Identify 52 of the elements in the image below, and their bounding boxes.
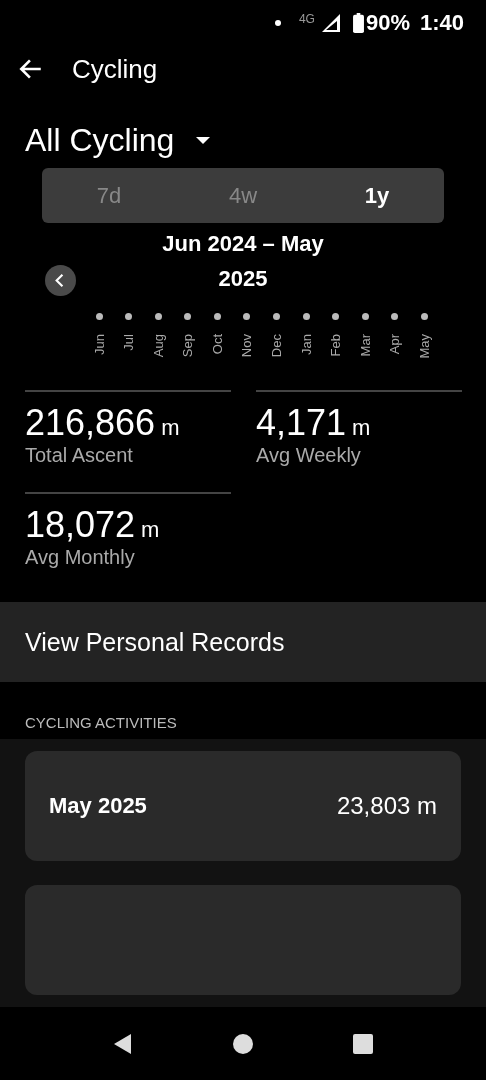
signal-icon [320,12,341,33]
chart-point [125,313,133,321]
chart-point [95,313,103,321]
activity-period: May 2025 [49,793,147,819]
month-label: Sep [180,334,196,358]
chart-point [273,313,281,321]
notification-dot-icon [274,19,281,26]
month-label: Apr [387,334,403,355]
section-heading: CYCLING ACTIVITIES [24,713,178,733]
month-label: Jan [298,334,314,356]
activity-card[interactable]: May 2025 23,803 m [25,751,461,861]
month-label: Feb [328,334,344,357]
period-tab[interactable]: 1y [310,168,444,224]
stat-value: 216,866 [25,402,156,444]
stat-value: 18,072 [25,504,136,546]
chart-point [213,313,221,321]
stat-unit: m [141,517,160,543]
stat-value: 4,171 [256,402,347,444]
month-label: Oct [209,334,225,355]
month-label: May [417,334,433,359]
chart-point [302,313,310,321]
previous-period-icon[interactable] [45,265,76,297]
chart-point [332,313,340,321]
stat-unit: m [352,415,371,441]
view-records-button[interactable]: View Personal Records [0,602,486,682]
home-icon[interactable] [231,1031,255,1056]
screen-title: Cycling [72,53,158,85]
battery-icon [352,12,364,33]
stat-unit: m [161,415,180,441]
chart-point [391,313,399,321]
battery-level: 90% [365,9,410,36]
date-range: Jun 2024 – May 2025 [161,230,325,294]
stat-label: Avg Weekly [256,444,362,467]
chart-point [243,313,251,321]
month-label: Aug [150,334,166,358]
month-label: Jul [121,334,137,351]
stat-label: Total Ascent [25,444,134,467]
stat-label: Avg Monthly [25,546,136,569]
recents-icon[interactable] [351,1031,375,1056]
chart-point [184,313,192,321]
activity-value: 23,803 m [336,792,437,820]
caret-icon [196,136,211,145]
clock-time: 1:40 [419,9,464,36]
month-label: Mar [357,334,373,357]
chart-point [361,313,369,321]
month-label: Nov [239,334,255,358]
month-label: Jun [91,334,107,356]
activity-filter-dropdown[interactable]: All Cycling [25,120,211,161]
network-type: 4G [298,12,315,26]
month-label: Dec [269,334,285,358]
chart-point [421,313,429,321]
chart-point [154,313,162,321]
